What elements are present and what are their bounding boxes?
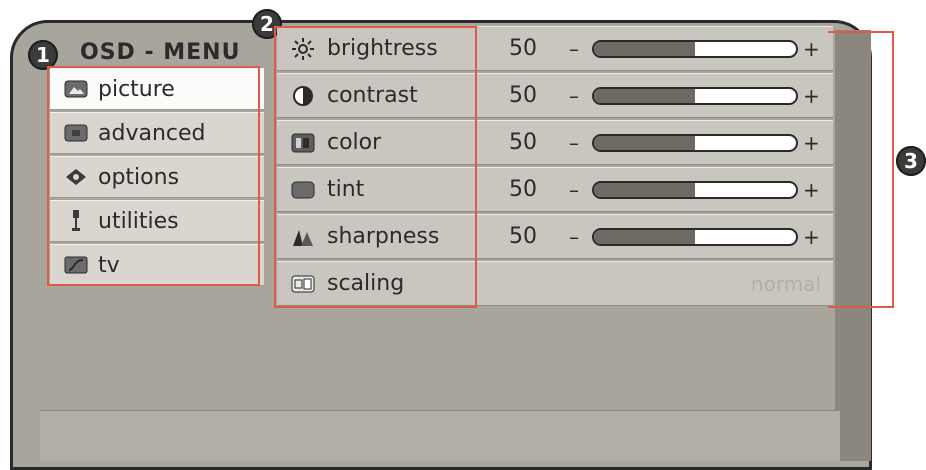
setting-value: 50 — [509, 224, 537, 249]
increase-button[interactable]: + — [803, 131, 820, 155]
picture-icon — [64, 79, 88, 99]
setting-value: 50 — [509, 36, 537, 61]
contrast-slider[interactable] — [592, 86, 798, 105]
setting-value: 50 — [509, 177, 537, 202]
menu-item-advanced[interactable]: advanced — [50, 112, 264, 154]
color-slider[interactable] — [592, 133, 798, 152]
contrast-icon — [289, 85, 317, 107]
decrease-button[interactable]: – — [569, 178, 579, 202]
setting-label: tint — [327, 177, 365, 202]
setting-row-contrast[interactable]: contrast 50 – + — [277, 73, 833, 118]
tint-slider[interactable] — [592, 180, 798, 199]
scaling-value[interactable]: normal — [751, 272, 821, 296]
increase-button[interactable]: + — [803, 178, 820, 202]
callout-badge-1: 1 — [28, 40, 58, 70]
decrease-button[interactable]: – — [569, 37, 579, 61]
frame-bottom-panel — [40, 411, 840, 461]
slider-fill — [594, 88, 695, 103]
callout-bracket-controls — [828, 31, 894, 308]
menu-item-utilities[interactable]: utilities — [50, 200, 264, 242]
setting-label: scaling — [327, 271, 405, 296]
tv-icon — [64, 255, 88, 275]
setting-row-scaling[interactable]: scaling normal — [277, 261, 833, 306]
slider-fill — [594, 135, 695, 150]
menu-item-label: tv — [98, 252, 120, 278]
setting-row-brightness[interactable]: brightress 50 – + — [277, 26, 833, 71]
advanced-icon — [64, 123, 88, 143]
menu-item-label: advanced — [98, 120, 206, 146]
color-icon — [289, 132, 317, 154]
increase-button[interactable]: + — [803, 37, 820, 61]
sharpness-icon — [289, 226, 317, 248]
decrease-button[interactable]: – — [569, 225, 579, 249]
menu-list: picture advanced options utilities tv — [50, 68, 264, 288]
menu-item-label: utilities — [98, 208, 179, 234]
setting-label: contrast — [327, 83, 418, 108]
setting-row-color[interactable]: color 50 – + — [277, 120, 833, 165]
menu-item-tv[interactable]: tv — [50, 244, 264, 286]
slider-fill — [594, 41, 695, 56]
menu-title: OSD - MENU — [80, 40, 241, 65]
increase-button[interactable]: + — [803, 225, 820, 249]
menu-item-options[interactable]: options — [50, 156, 264, 198]
setting-label: sharpness — [327, 224, 440, 249]
brightness-slider[interactable] — [592, 39, 798, 58]
menu-item-label: options — [98, 164, 180, 190]
setting-row-tint[interactable]: tint 50 – + — [277, 167, 833, 212]
decrease-button[interactable]: – — [569, 131, 579, 155]
menu-item-label: picture — [98, 76, 175, 102]
utilities-icon — [64, 210, 88, 231]
slider-fill — [594, 229, 695, 244]
settings-panel: brightress 50 – + contrast 50 – + color … — [277, 26, 833, 308]
callout-badge-3: 3 — [896, 146, 926, 176]
tint-icon — [289, 179, 317, 201]
setting-row-sharpness[interactable]: sharpness 50 – + — [277, 214, 833, 259]
setting-value: 50 — [509, 83, 537, 108]
sharpness-slider[interactable] — [592, 227, 798, 246]
setting-label: color — [327, 130, 382, 155]
scaling-icon — [289, 273, 317, 295]
menu-item-picture[interactable]: picture — [50, 68, 264, 110]
setting-value: 50 — [509, 130, 537, 155]
sun-icon — [289, 37, 317, 60]
slider-fill — [594, 182, 695, 197]
decrease-button[interactable]: – — [569, 84, 579, 108]
setting-label: brightress — [327, 36, 438, 61]
options-icon — [64, 167, 88, 187]
increase-button[interactable]: + — [803, 84, 820, 108]
